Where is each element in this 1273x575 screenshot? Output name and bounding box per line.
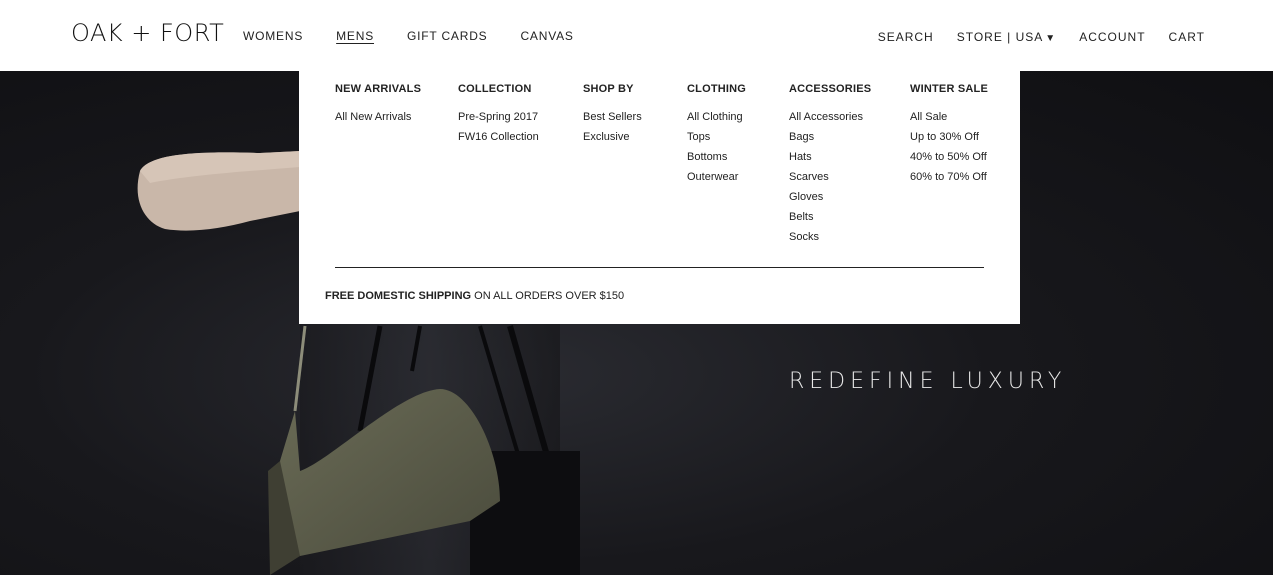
menu-column-title[interactable]: NEW ARRIVALS [335, 83, 421, 96]
menu-link[interactable]: All Sale [910, 111, 988, 124]
account-link[interactable]: ACCOUNT [1079, 30, 1145, 46]
menu-column-title[interactable]: ACCESSORIES [789, 83, 871, 96]
nav-womens[interactable]: WOMENS [243, 29, 303, 43]
shipping-promo: FREE DOMESTIC SHIPPING ON ALL ORDERS OVE… [325, 290, 624, 302]
menu-link[interactable]: Best Sellers [583, 111, 642, 124]
store-selector[interactable]: STORE | USA ▼ [957, 30, 1057, 46]
mens-mega-menu: NEW ARRIVALS All New Arrivals COLLECTION… [299, 71, 1020, 324]
menu-link[interactable]: Bottoms [687, 151, 746, 164]
menu-link[interactable]: Socks [789, 231, 871, 244]
menu-column-title[interactable]: SHOP BY [583, 83, 642, 96]
menu-column-shop-by: SHOP BY Best Sellers Exclusive [583, 83, 642, 151]
menu-link[interactable]: Outerwear [687, 171, 746, 184]
site-header: OAK + FORT WOMENS MENS GIFT CARDS CANVAS… [0, 0, 1273, 71]
menu-link[interactable]: Belts [789, 211, 871, 224]
menu-column-title[interactable]: CLOTHING [687, 83, 746, 96]
menu-link[interactable]: All Clothing [687, 111, 746, 124]
promo-bold-text: FREE DOMESTIC SHIPPING [325, 290, 472, 302]
menu-column-new-arrivals: NEW ARRIVALS All New Arrivals [335, 83, 421, 131]
main-nav: WOMENS MENS GIFT CARDS CANVAS [243, 29, 607, 43]
menu-link[interactable]: Tops [687, 131, 746, 144]
menu-column-winter-sale: WINTER SALE All Sale Up to 30% Off 40% t… [910, 83, 988, 191]
cart-link[interactable]: CART [1169, 30, 1205, 46]
menu-link[interactable]: Exclusive [583, 131, 642, 144]
nav-gift-cards[interactable]: GIFT CARDS [407, 29, 487, 43]
page: OAK + FORT WOMENS MENS GIFT CARDS CANVAS… [0, 0, 1273, 575]
logo[interactable]: OAK + FORT [71, 19, 224, 47]
caret-down-icon: ▼ [1045, 33, 1057, 44]
menu-link[interactable]: Up to 30% Off [910, 131, 988, 144]
menu-link[interactable]: 40% to 50% Off [910, 151, 988, 164]
menu-link[interactable]: All Accessories [789, 111, 871, 124]
menu-column-accessories: ACCESSORIES All Accessories Bags Hats Sc… [789, 83, 871, 251]
menu-link[interactable]: All New Arrivals [335, 111, 421, 124]
menu-link[interactable]: Pre-Spring 2017 [458, 111, 539, 124]
nav-mens[interactable]: MENS [336, 29, 374, 43]
menu-link[interactable]: Bags [789, 131, 871, 144]
hero-tagline: REDEFINE LUXURY [789, 369, 1067, 394]
menu-link[interactable]: FW16 Collection [458, 131, 539, 144]
store-label: STORE | USA [956, 30, 1044, 44]
menu-link[interactable]: Hats [789, 151, 871, 164]
promo-text: ON ALL ORDERS OVER $150 [471, 290, 625, 302]
menu-column-title[interactable]: WINTER SALE [910, 83, 988, 96]
nav-canvas[interactable]: CANVAS [520, 29, 573, 43]
menu-column-collection: COLLECTION Pre-Spring 2017 FW16 Collecti… [458, 83, 539, 151]
menu-column-title[interactable]: COLLECTION [458, 83, 539, 96]
menu-divider [335, 267, 984, 268]
menu-column-clothing: CLOTHING All Clothing Tops Bottoms Outer… [687, 83, 746, 191]
search-link[interactable]: SEARCH [878, 30, 934, 46]
utility-nav: SEARCH STORE | USA ▼ ACCOUNT CART [855, 30, 1205, 46]
menu-link[interactable]: Gloves [789, 191, 871, 204]
menu-link[interactable]: 60% to 70% Off [910, 171, 988, 184]
menu-link[interactable]: Scarves [789, 171, 871, 184]
